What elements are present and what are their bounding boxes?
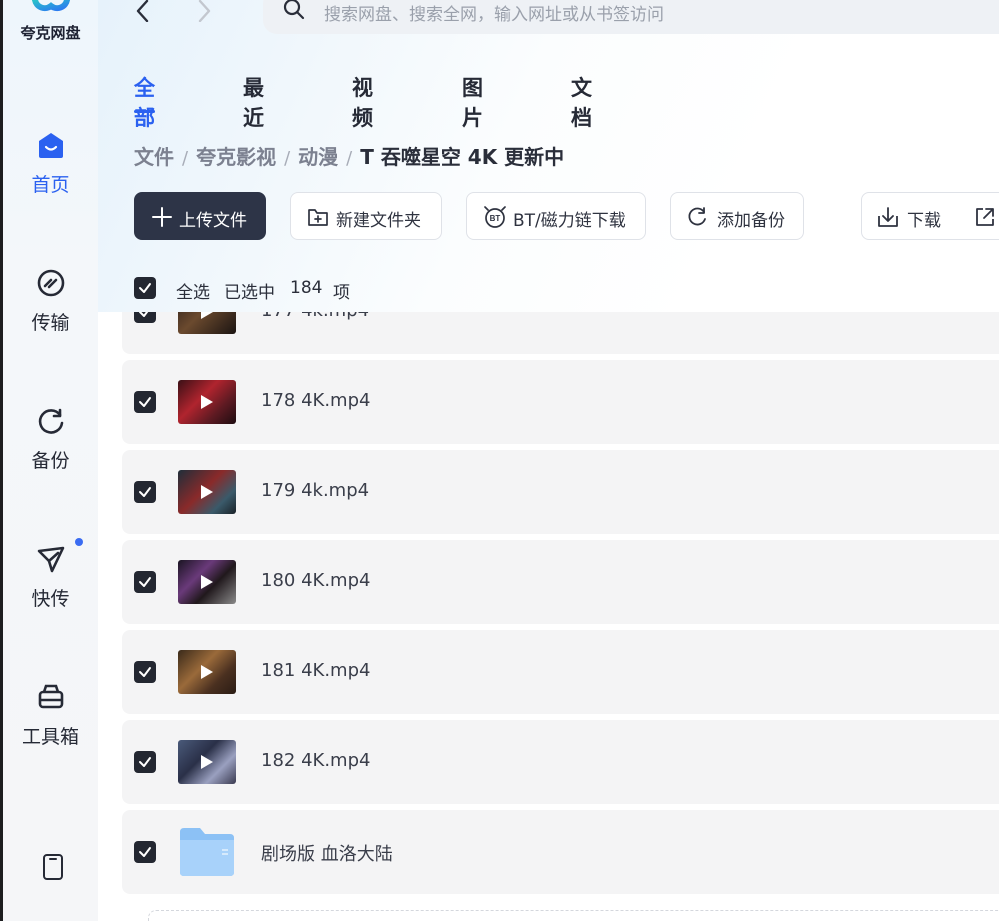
- search-placeholder: 搜索网盘、搜索全网，输入网址或从书签访问: [324, 5, 664, 25]
- sidebar-item-label: 工具箱: [21, 726, 79, 748]
- breadcrumb-item[interactable]: 动漫: [298, 145, 338, 169]
- file-name: 181 4K.mp4: [261, 660, 371, 681]
- add-backup-button[interactable]: 添加备份: [670, 192, 804, 240]
- sidebar-item-backup[interactable]: 备份: [3, 406, 98, 486]
- play-icon: [201, 755, 213, 769]
- row-checkbox[interactable]: [134, 751, 156, 773]
- brand[interactable]: 夸克网盘: [3, 0, 98, 52]
- video-thumbnail: [178, 380, 236, 424]
- file-name: 179 4k.mp4: [261, 480, 370, 501]
- svg-text:BT: BT: [490, 214, 501, 223]
- bt-magnet-download-button[interactable]: BT BT/磁力链下载: [466, 192, 646, 240]
- back-arrow-icon[interactable]: [134, 0, 154, 22]
- play-icon: [201, 665, 213, 679]
- play-icon: [201, 485, 213, 499]
- sidebar-item-transfer[interactable]: 传输: [3, 268, 98, 348]
- list-item[interactable]: 177 4k.mp4: [122, 312, 999, 354]
- check-icon: [139, 847, 151, 857]
- select-all-checkbox[interactable]: [134, 277, 156, 299]
- upload-button[interactable]: 上传文件: [134, 192, 266, 240]
- home-icon: [39, 133, 63, 158]
- video-thumbnail: [178, 650, 236, 694]
- new-folder-icon: [308, 209, 328, 226]
- list-item[interactable]: 179 4k.mp4: [122, 450, 999, 534]
- row-checkbox[interactable]: [134, 391, 156, 413]
- toolbox-icon: [38, 684, 64, 709]
- play-icon: [201, 312, 213, 319]
- bt-icon: BT: [484, 206, 506, 228]
- check-icon: [139, 757, 151, 767]
- list-item[interactable]: 178 4K.mp4: [122, 360, 999, 444]
- breadcrumb-item[interactable]: 文件: [134, 145, 174, 169]
- check-icon: [139, 283, 151, 293]
- play-icon: [201, 575, 213, 589]
- forward-arrow-icon[interactable]: [194, 0, 214, 22]
- video-thumbnail: [178, 740, 236, 784]
- selected-count: 184: [290, 278, 323, 298]
- tab-recent[interactable]: 最近: [243, 72, 264, 132]
- check-icon: [139, 667, 151, 677]
- sidebar-item-label: 首页: [31, 174, 70, 196]
- app-name: 夸克网盘: [20, 24, 81, 42]
- list-item[interactable]: 182 4K.mp4: [122, 720, 999, 804]
- backup-icon: [688, 207, 706, 226]
- share-external-icon[interactable]: [974, 206, 996, 228]
- file-list: 177 4k.mp4 178 4K.mp4 179 4k.mp4 180 4K.…: [98, 312, 999, 921]
- file-name: 178 4K.mp4: [261, 390, 371, 411]
- tab-all[interactable]: 全部: [134, 72, 155, 132]
- list-item[interactable]: 180 4K.mp4: [122, 540, 999, 624]
- new-folder-button[interactable]: 新建文件夹: [290, 192, 442, 240]
- download-icon: [878, 207, 898, 227]
- tab-images[interactable]: 图片: [462, 72, 483, 132]
- folder-name: 剧场版 血洛大陆: [261, 844, 393, 865]
- row-checkbox[interactable]: [134, 661, 156, 683]
- check-icon: [139, 397, 151, 407]
- search-bar[interactable]: 搜索网盘、搜索全网，输入网址或从书签访问: [263, 0, 999, 34]
- sidebar-item-label: 快传: [31, 588, 70, 610]
- sidebar: 夸克网盘 首页 传输 备份 快传 工具箱: [0, 0, 98, 921]
- check-icon: [139, 577, 151, 587]
- transfer-icon: [37, 269, 65, 297]
- notification-dot: [75, 538, 83, 546]
- quark-logo-icon: [32, 0, 70, 12]
- selected-prefix: 已选中: [224, 283, 275, 303]
- folder-icon: [180, 828, 234, 876]
- quick-send-icon: [37, 546, 65, 573]
- sidebar-item-home[interactable]: 首页: [3, 130, 98, 210]
- breadcrumb-item[interactable]: 夸克影视: [196, 145, 276, 169]
- file-name: 180 4K.mp4: [261, 570, 371, 591]
- sidebar-item-quick-send[interactable]: 快传: [3, 538, 98, 624]
- video-thumbnail: [178, 470, 236, 514]
- phone-icon[interactable]: [42, 853, 64, 881]
- check-icon: [139, 312, 149, 317]
- video-thumbnail: [178, 312, 236, 334]
- play-icon: [201, 395, 213, 409]
- breadcrumb-current: T 吞噬星空 4K 更新中: [360, 145, 565, 169]
- selected-unit: 项: [333, 283, 350, 303]
- sidebar-item-toolbox[interactable]: 工具箱: [3, 682, 98, 762]
- sidebar-item-label: 备份: [31, 450, 70, 472]
- video-thumbnail: [178, 560, 236, 604]
- breadcrumb: 文件 / 夸克影视 / 动漫 / T 吞噬星空 4K 更新中: [134, 145, 565, 169]
- file-name: 182 4K.mp4: [261, 750, 371, 771]
- list-item[interactable]: 181 4K.mp4: [122, 630, 999, 714]
- row-checkbox[interactable]: [134, 481, 156, 503]
- tab-video[interactable]: 视频: [352, 72, 373, 132]
- row-checkbox[interactable]: [134, 312, 156, 323]
- search-icon: [283, 0, 305, 20]
- drop-zone: [148, 910, 999, 921]
- backup-icon: [38, 408, 64, 434]
- tab-documents[interactable]: 文档: [571, 72, 592, 132]
- check-icon: [139, 487, 151, 497]
- select-all-label: 全选: [176, 283, 210, 303]
- sidebar-item-label: 传输: [31, 312, 70, 334]
- row-checkbox[interactable]: [134, 571, 156, 593]
- download-button[interactable]: 下载: [861, 192, 999, 240]
- list-item[interactable]: 剧场版 血洛大陆: [122, 810, 999, 894]
- row-checkbox[interactable]: [134, 841, 156, 863]
- plus-icon: [152, 207, 172, 227]
- file-name: 177 4k.mp4: [261, 312, 369, 321]
